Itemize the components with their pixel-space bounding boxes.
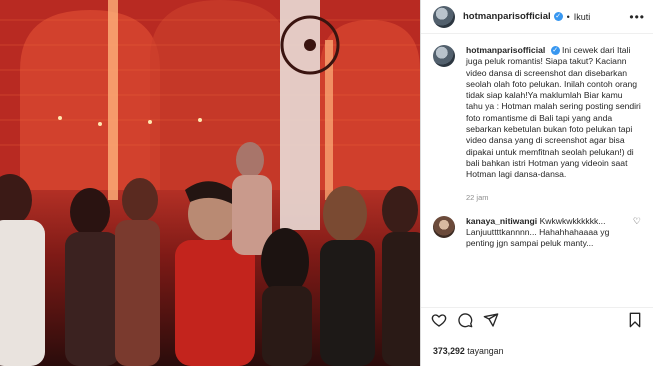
comment-icon[interactable] xyxy=(457,312,473,328)
action-bar xyxy=(421,307,653,332)
post-header: hotmanparisofficial ✓ • Ikuti ••• xyxy=(421,0,653,34)
post-video[interactable] xyxy=(0,0,420,366)
separator-dot: • xyxy=(566,11,570,22)
heart-icon[interactable] xyxy=(431,312,447,328)
caption-username[interactable]: hotmanparisofficial xyxy=(466,45,545,55)
caption-text: Ini cewek dari Itali juga peluk romantis… xyxy=(466,45,641,180)
view-count-label: tayangan xyxy=(467,346,504,356)
author-username[interactable]: hotmanparisofficial xyxy=(463,11,551,22)
author-avatar[interactable] xyxy=(433,5,455,28)
more-horizontal-icon[interactable]: ••• xyxy=(629,10,645,24)
commenter-username[interactable]: kanaya_nitiwangi xyxy=(466,216,537,226)
post-side-panel: hotmanparisofficial ✓ • Ikuti ••• hotman… xyxy=(420,0,653,366)
video-frame-illustration xyxy=(0,0,420,366)
comment-item: kanaya_nitiwangi Kwkwkwkkkkkk... Lanjuut… xyxy=(433,215,641,250)
follow-button[interactable]: Ikuti xyxy=(574,12,591,22)
caption-text-block: hotmanparisofficial ✓ Ini cewek dari Ita… xyxy=(466,45,641,181)
verified-badge-icon: ✓ xyxy=(553,12,563,21)
share-icon[interactable] xyxy=(483,312,499,328)
view-count[interactable]: 373,292 tayangan xyxy=(433,346,503,356)
caption: hotmanparisofficial ✓ Ini cewek dari Ita… xyxy=(433,45,641,181)
view-count-number: 373,292 xyxy=(433,346,465,356)
comment-text-block: kanaya_nitiwangi Kwkwkwkkkkkk... Lanjuut… xyxy=(466,216,627,250)
comments-area[interactable]: hotmanparisofficial ✓ Ini cewek dari Ita… xyxy=(421,34,653,306)
comment-like-heart-icon[interactable]: ♡ xyxy=(633,216,641,250)
bookmark-icon[interactable] xyxy=(627,312,643,328)
commenter-avatar[interactable] xyxy=(433,215,455,238)
instagram-post: hotmanparisofficial ✓ • Ikuti ••• hotman… xyxy=(0,0,653,366)
caption-avatar[interactable] xyxy=(433,45,455,67)
caption-timestamp[interactable]: 22 jam xyxy=(466,193,641,202)
caption-verified-icon: ✓ xyxy=(550,46,560,56)
